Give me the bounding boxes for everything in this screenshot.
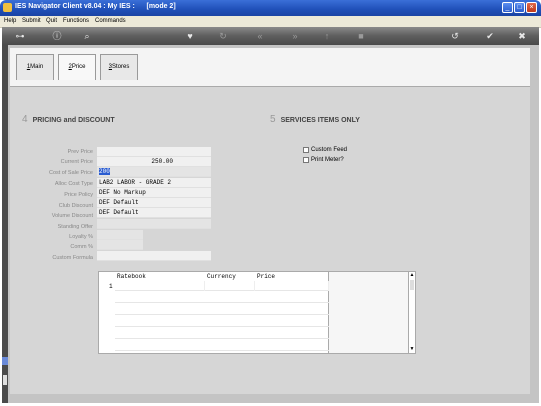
row-number: 1 xyxy=(109,283,113,290)
tab-main-label: Main xyxy=(30,64,44,70)
scroll-up-icon[interactable]: ▲ xyxy=(409,272,415,279)
tab-bar: 1Main 2Price 3Stores xyxy=(10,48,530,87)
label-standing-offer: Standing Offer xyxy=(57,224,93,230)
services-section-number: 5 xyxy=(270,114,276,125)
label-club-discount: Club Discount xyxy=(58,203,93,209)
refresh-icon[interactable]: ↻ xyxy=(218,31,228,41)
label-alloc-cost-type: Alloc Cost Type xyxy=(54,181,93,187)
pricing-section-label: PRICING and DISCOUNT xyxy=(32,117,115,124)
search-icon[interactable]: ⌕ xyxy=(82,31,92,41)
field-cost-of-sale-price[interactable]: 200 xyxy=(97,167,211,177)
field-price-policy[interactable]: DEF No Markup xyxy=(97,188,211,198)
ok-icon[interactable]: ✔ xyxy=(485,31,495,41)
menu-submit[interactable]: Submit xyxy=(22,18,41,24)
tab-price[interactable]: 2Price xyxy=(58,54,96,80)
pricing-section-title: 4 PRICING and DISCOUNT xyxy=(22,114,115,125)
app-icon xyxy=(3,3,12,12)
left-strip xyxy=(2,45,8,403)
tab-stores-label: Stores xyxy=(112,64,130,70)
label-price-policy: Price Policy xyxy=(64,192,93,198)
scroll-down-icon[interactable]: ▼ xyxy=(409,346,415,353)
label-custom-formula: Custom Formula xyxy=(52,255,93,261)
col-header-price[interactable]: Price xyxy=(257,273,275,280)
scroll-thumb[interactable] xyxy=(410,280,414,290)
menu-commands[interactable]: Commands xyxy=(95,18,126,24)
print-meter-checkbox[interactable] xyxy=(303,157,309,163)
field-cost-of-sale-price-value: 200 xyxy=(99,168,110,175)
toolbar: ⊶ ⓘ ⌕ ♥ ↻ « » ↑ ■ ↺ ✔ ✖ xyxy=(2,27,539,45)
field-loyalty[interactable] xyxy=(97,230,143,240)
table-row[interactable] xyxy=(115,317,329,327)
table-row[interactable] xyxy=(115,293,329,303)
services-section-title: 5 SERVICES ITEMS ONLY xyxy=(270,114,360,125)
field-custom-formula[interactable] xyxy=(97,251,211,261)
info-icon[interactable]: ⓘ xyxy=(52,31,62,41)
strip-handle[interactable] xyxy=(3,375,7,385)
label-current-price: Current Price xyxy=(60,159,93,165)
label-cost-of-sale-price: Cost of Sale Price xyxy=(48,170,93,176)
maximize-button[interactable]: □ xyxy=(514,2,525,13)
field-current-price[interactable]: 250.00 xyxy=(97,157,211,167)
menu-quit[interactable]: Quit xyxy=(46,18,57,24)
forward-icon[interactable]: » xyxy=(289,31,301,41)
tab-stores[interactable]: 3Stores xyxy=(100,54,138,80)
pricing-section-number: 4 xyxy=(22,114,28,125)
label-loyalty: Loyalty % xyxy=(69,234,93,240)
menu-functions[interactable]: Functions xyxy=(63,18,89,24)
tab-main[interactable]: 1Main xyxy=(16,54,54,80)
back-icon[interactable]: « xyxy=(254,31,266,41)
label-volume-discount: Volume Discount xyxy=(51,213,93,219)
table-row[interactable] xyxy=(115,341,329,351)
col-header-ratebook[interactable]: Ratebook xyxy=(117,273,146,280)
strip-indicator xyxy=(2,357,8,365)
custom-feed-checkbox[interactable] xyxy=(303,147,309,153)
close-icon[interactable]: ✖ xyxy=(517,31,527,41)
window-title: IES Navigator Client v8.04 : My IES : [m… xyxy=(15,3,176,10)
heart-icon[interactable]: ♥ xyxy=(185,31,195,41)
minimize-button[interactable]: _ xyxy=(502,2,513,13)
title-bar: IES Navigator Client v8.04 : My IES : [m… xyxy=(0,0,541,16)
table-row[interactable] xyxy=(115,305,329,315)
stop-icon[interactable]: ■ xyxy=(356,31,366,41)
label-prev-price: Prev Price xyxy=(67,149,93,155)
grid-empty-area xyxy=(329,271,408,354)
label-comm: Comm % xyxy=(70,244,93,250)
print-meter-label: Print Meter? xyxy=(311,157,344,163)
tab-price-label: Price xyxy=(71,64,86,70)
field-standing-offer[interactable] xyxy=(97,219,211,229)
up-icon[interactable]: ↑ xyxy=(322,31,332,41)
services-section-label: SERVICES ITEMS ONLY xyxy=(280,117,360,124)
ratebook-scrollbar[interactable]: ▲ ▼ xyxy=(408,271,416,354)
field-club-discount[interactable]: DEF Default xyxy=(97,198,211,208)
custom-feed-label: Custom Feed xyxy=(311,147,348,153)
key-icon[interactable]: ⊶ xyxy=(10,31,30,41)
field-volume-discount[interactable]: DEF Default xyxy=(97,208,211,218)
field-comm[interactable] xyxy=(97,240,143,250)
table-row[interactable] xyxy=(115,329,329,339)
table-row[interactable] xyxy=(115,281,329,291)
menu-help[interactable]: Help xyxy=(4,18,16,24)
cell-price[interactable] xyxy=(255,281,329,291)
col-header-currency[interactable]: Currency xyxy=(207,273,236,280)
undo-icon[interactable]: ↺ xyxy=(450,31,460,41)
field-prev-price[interactable] xyxy=(97,147,211,157)
cell-ratebook[interactable] xyxy=(115,281,205,291)
field-alloc-cost-type[interactable]: LAB2 LABOR - GRADE 2 xyxy=(97,178,211,188)
close-button[interactable]: × xyxy=(526,2,537,13)
cell-currency[interactable] xyxy=(205,281,255,291)
ratebook-grid: Ratebook Currency Price 1 xyxy=(98,271,329,354)
